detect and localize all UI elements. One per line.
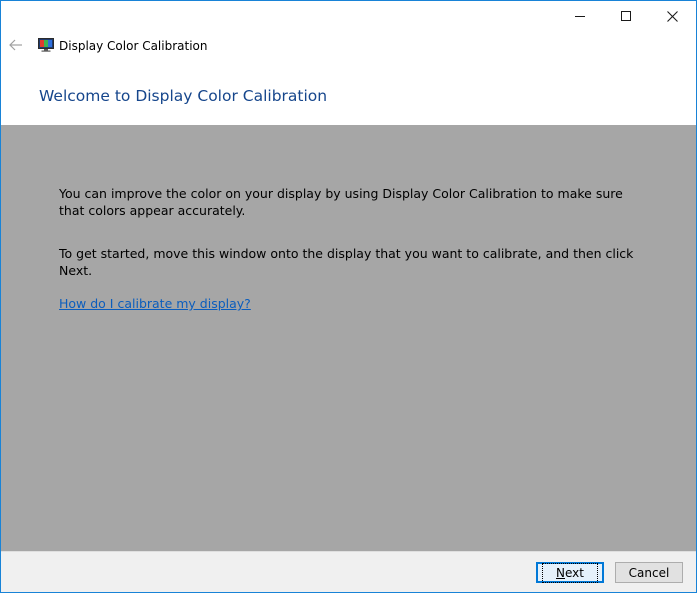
- title-bar[interactable]: [1, 1, 696, 32]
- calibration-window: Display Color Calibration Welcome to Dis…: [0, 0, 697, 593]
- next-button-label: Next: [542, 562, 598, 583]
- content-area: You can improve the color on your displa…: [1, 125, 696, 551]
- navigation-row: Display Color Calibration: [1, 32, 696, 60]
- close-button[interactable]: [649, 1, 695, 32]
- next-mnemonic: N: [556, 565, 565, 580]
- footer-bar: Next Cancel: [1, 551, 696, 592]
- help-link[interactable]: How do I calibrate my display?: [59, 296, 251, 311]
- minimize-icon: [574, 16, 585, 17]
- back-arrow-icon: [9, 39, 22, 51]
- maximize-button[interactable]: [603, 1, 649, 32]
- intro-paragraph: You can improve the color on your displa…: [59, 186, 623, 218]
- maximize-icon: [620, 11, 631, 21]
- next-button[interactable]: Next: [536, 562, 604, 583]
- close-icon: [666, 11, 678, 22]
- cancel-button[interactable]: Cancel: [615, 562, 683, 583]
- display-calibration-icon: [38, 38, 54, 52]
- minimize-button[interactable]: [557, 1, 603, 32]
- next-label-rest: ext: [565, 565, 584, 580]
- back-button[interactable]: [6, 35, 26, 55]
- app-title: Display Color Calibration: [59, 39, 208, 53]
- instructions-paragraph: To get started, move this window onto th…: [59, 246, 634, 278]
- page-title: Welcome to Display Color Calibration: [39, 87, 328, 105]
